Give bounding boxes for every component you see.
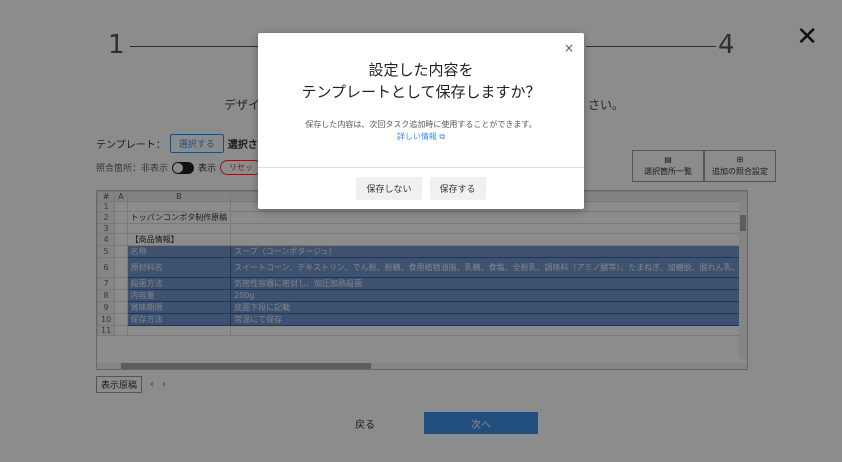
dialog-divider — [258, 167, 584, 168]
dialog-body: 保存した内容は、次回タスク追加時に使用することができます。 詳しい情報 ⧉ — [258, 119, 584, 143]
dialog-body-text: 保存した内容は、次回タスク追加時に使用することができます。 — [305, 120, 537, 129]
dialog-buttons: 保存しない 保存する — [258, 177, 584, 200]
external-link-icon: ⧉ — [439, 132, 446, 141]
dialog-title: 設定した内容を テンプレートとして保存しますか？ — [258, 59, 584, 103]
close-icon[interactable]: ✕ — [796, 24, 818, 50]
save-button[interactable]: 保存する — [429, 177, 486, 200]
dialog-title-line1: 設定した内容を — [368, 61, 474, 79]
save-template-dialog: × 設定した内容を テンプレートとして保存しますか？ 保存した内容は、次回タスク… — [258, 33, 584, 209]
dialog-title-line2: テンプレートとして保存しますか？ — [301, 83, 541, 101]
dialog-close-icon[interactable]: × — [564, 41, 574, 55]
details-link[interactable]: 詳しい情報 — [397, 132, 437, 141]
dont-save-button[interactable]: 保存しない — [356, 177, 422, 200]
